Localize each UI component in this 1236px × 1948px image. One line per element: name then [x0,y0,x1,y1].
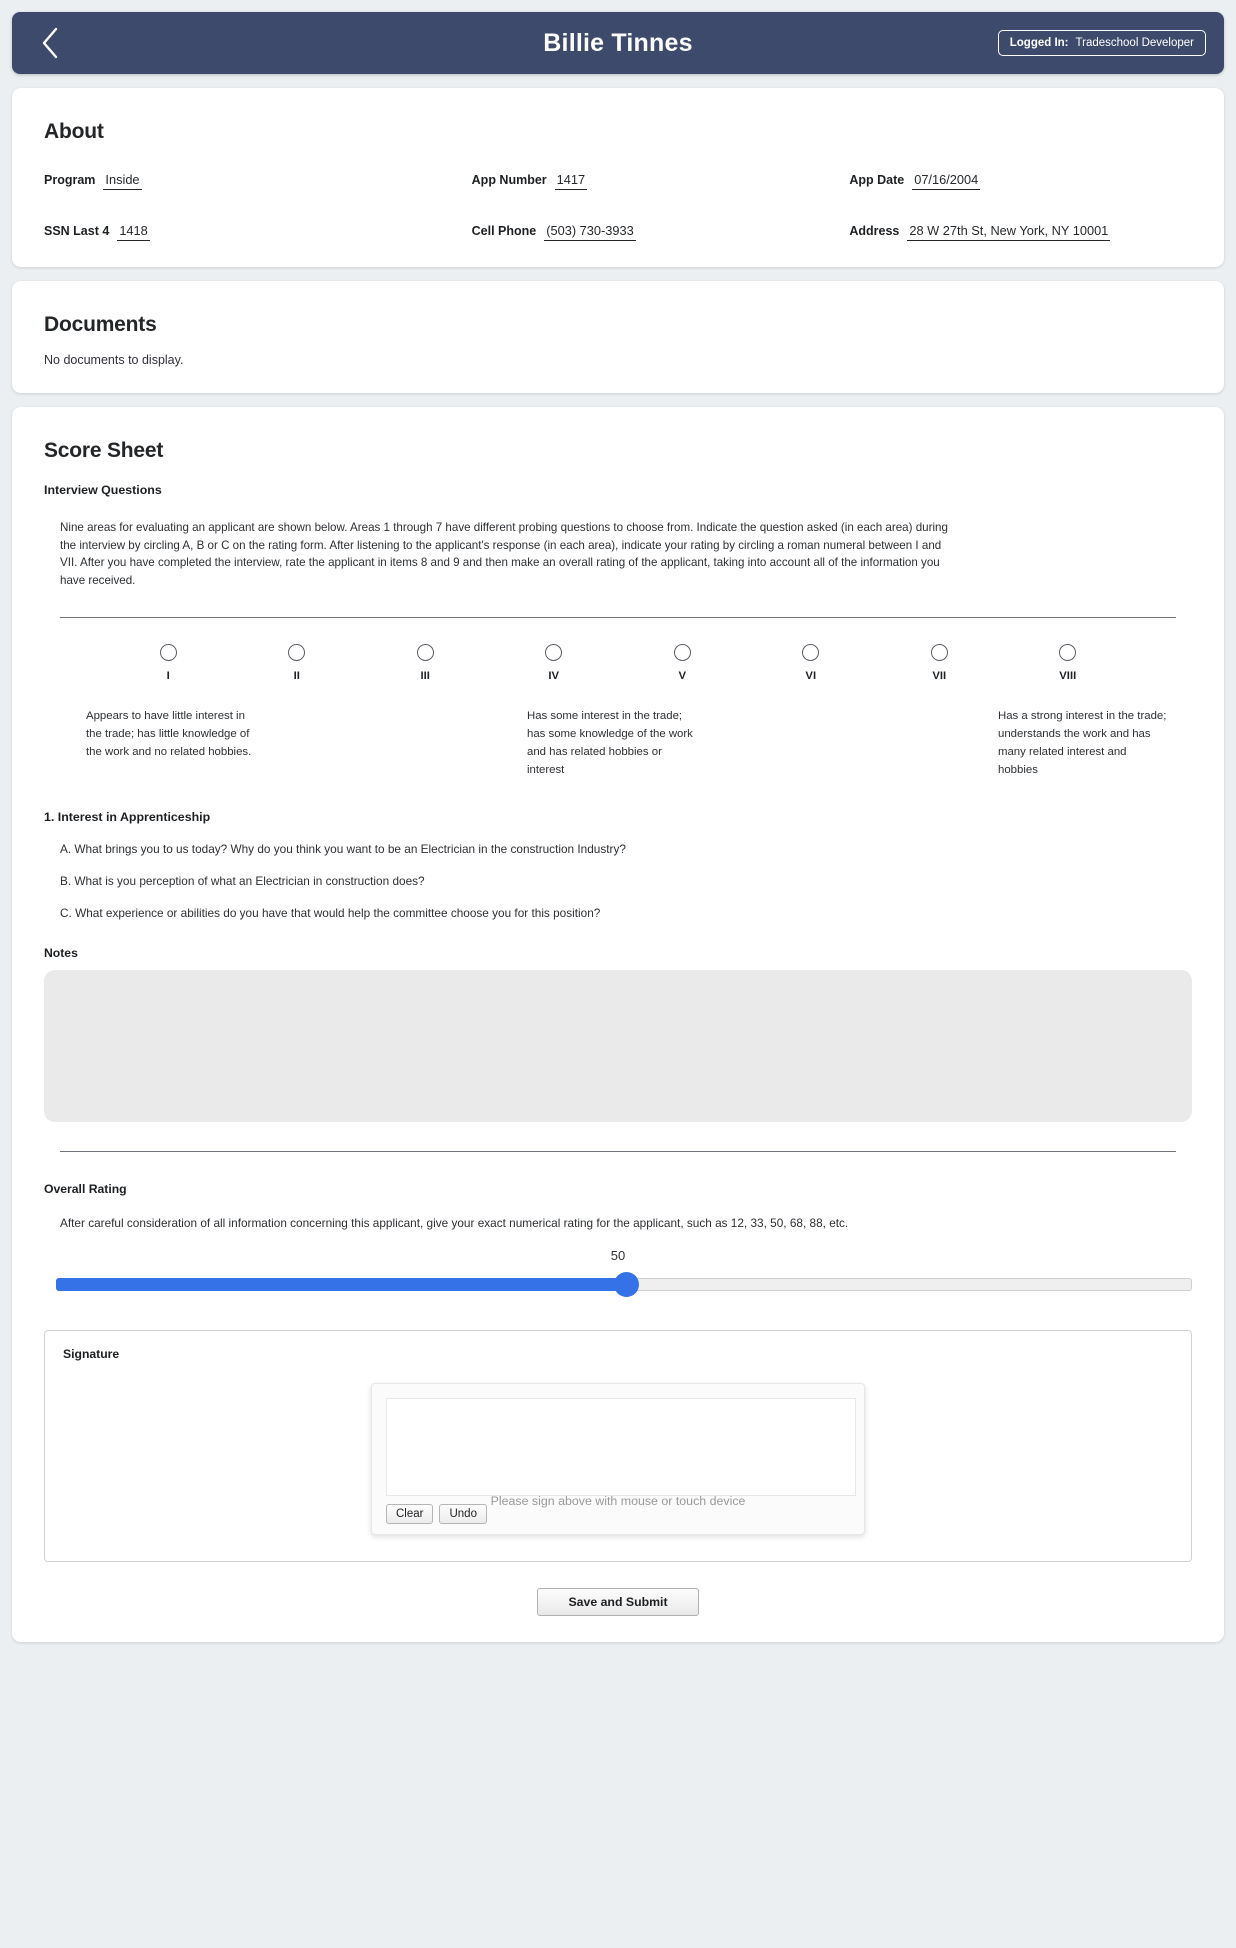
signature-title: Signature [63,1346,120,1361]
slider-fill [56,1277,630,1291]
logged-in-label: Logged In: [1009,37,1069,49]
save-and-submit-button[interactable]: Save and Submit [537,1587,699,1616]
notes-label: Notes [44,945,78,960]
clear-button[interactable]: Clear [386,1503,434,1524]
rating-label: VII [932,670,947,683]
rating-option-iii[interactable]: III [361,644,490,682]
rating-scale: I II III IV V VI VII VIII [44,644,1192,682]
score-sheet-card: Score Sheet Interview Questions Nine are… [12,407,1224,1642]
about-fields-grid: Program Inside App Number 1417 App Date … [44,172,1192,241]
rating-label: V [678,670,687,683]
rating-label: VIII [1059,670,1077,683]
field-label: Program [44,173,96,187]
radio-circle-icon[interactable] [416,644,434,662]
score-sheet-heading: Score Sheet [44,439,164,462]
rating-option-v[interactable]: V [618,644,747,682]
rating-option-viii[interactable]: VIII [1004,644,1133,682]
documents-card: Documents No documents to display. [12,281,1224,393]
logged-in-badge[interactable]: Logged In: Tradeschool Developer [997,30,1206,56]
about-field-app-date: App Date 07/16/2004 [809,172,1192,190]
rating-option-iv[interactable]: IV [490,644,619,682]
rating-option-ii[interactable]: II [233,644,362,682]
undo-button[interactable]: Undo [439,1503,487,1524]
signature-panel: Signature Please sign above with mouse o… [44,1329,1192,1562]
score-sheet-intro: Nine areas for evaluating an applicant a… [60,521,948,587]
divider-bottom [60,1150,1176,1152]
question-option-c[interactable]: C. What experience or abilities do you h… [60,906,1192,920]
page-root: Billie Tinnes Logged In: Tradeschool Dev… [0,0,1236,1662]
field-value: (503) 730-3933 [544,223,636,241]
field-label: SSN Last 4 [44,224,110,238]
rating-label: II [293,670,300,683]
slider-thumb[interactable] [614,1271,639,1297]
radio-circle-icon[interactable] [159,644,177,662]
radio-circle-icon[interactable] [545,644,563,662]
rating-label: III [420,670,430,683]
app-header: Billie Tinnes Logged In: Tradeschool Dev… [12,12,1224,74]
radio-circle-icon[interactable] [930,644,948,662]
about-field-ssn-last-4: SSN Last 4 1418 [44,223,427,241]
descriptor-low: Appears to have little interest in the t… [86,710,252,758]
about-field-address: Address 28 W 27th St, New York, NY 10001 [809,223,1192,241]
logged-in-user: Tradeschool Developer [1075,37,1194,49]
divider-top [60,617,1176,619]
radio-circle-icon[interactable] [288,644,306,662]
about-field-program: Program Inside [44,172,427,190]
field-label: Cell Phone [471,224,537,238]
documents-empty-text: No documents to display. [44,353,184,367]
overall-rating-description: After careful consideration of all infor… [60,1215,849,1230]
rating-option-vi[interactable]: VI [747,644,876,682]
radio-circle-icon[interactable] [802,644,820,662]
radio-circle-icon[interactable] [673,644,691,662]
about-heading: About [44,120,104,143]
field-label: Address [849,224,900,238]
field-value: 1417 [554,172,588,190]
question-option-a[interactable]: A. What brings you to us today? Why do y… [60,842,1192,856]
signature-pad[interactable]: Please sign above with mouse or touch de… [371,1382,865,1535]
signature-canvas[interactable] [386,1397,856,1496]
signature-buttons: Clear Undo [386,1503,487,1524]
chevron-left-icon [39,26,61,60]
rating-option-i[interactable]: I [104,644,233,682]
question-group-title: 1. Interest in Apprenticeship [44,809,211,824]
field-value: Inside [103,172,142,190]
notes-input[interactable] [44,969,1192,1122]
about-field-cell-phone: Cell Phone (503) 730-3933 [427,223,810,241]
about-card: About Program Inside App Number 1417 App… [12,88,1224,267]
slider-value-label: 50 [610,1247,626,1263]
about-field-app-number: App Number 1417 [427,172,810,190]
submit-row: Save and Submit [44,1587,1192,1616]
field-label: App Number [471,173,547,187]
field-value: 07/16/2004 [912,172,981,190]
field-label: App Date [849,173,905,187]
overall-rating-slider[interactable]: 50 [44,1248,1192,1306]
radio-circle-icon[interactable] [1059,644,1077,662]
documents-heading: Documents [44,313,157,336]
rating-label: VI [805,670,817,683]
field-value: 1418 [117,223,150,241]
interview-questions-label: Interview Questions [44,483,162,497]
back-button[interactable] [30,23,70,63]
field-value: 28 W 27th St, New York, NY 10001 [907,223,1111,241]
rating-descriptors: Appears to have little interest in the t… [44,708,1192,779]
overall-rating-label: Overall Rating [44,1181,127,1196]
rating-label: IV [548,670,560,683]
descriptor-high: Has a strong interest in the trade; unde… [997,710,1167,776]
question-option-b[interactable]: B. What is you perception of what an Ele… [60,874,1192,888]
rating-option-vii[interactable]: VII [875,644,1004,682]
rating-label: I [166,670,170,683]
descriptor-mid: Has some interest in the trade; has some… [526,710,693,776]
